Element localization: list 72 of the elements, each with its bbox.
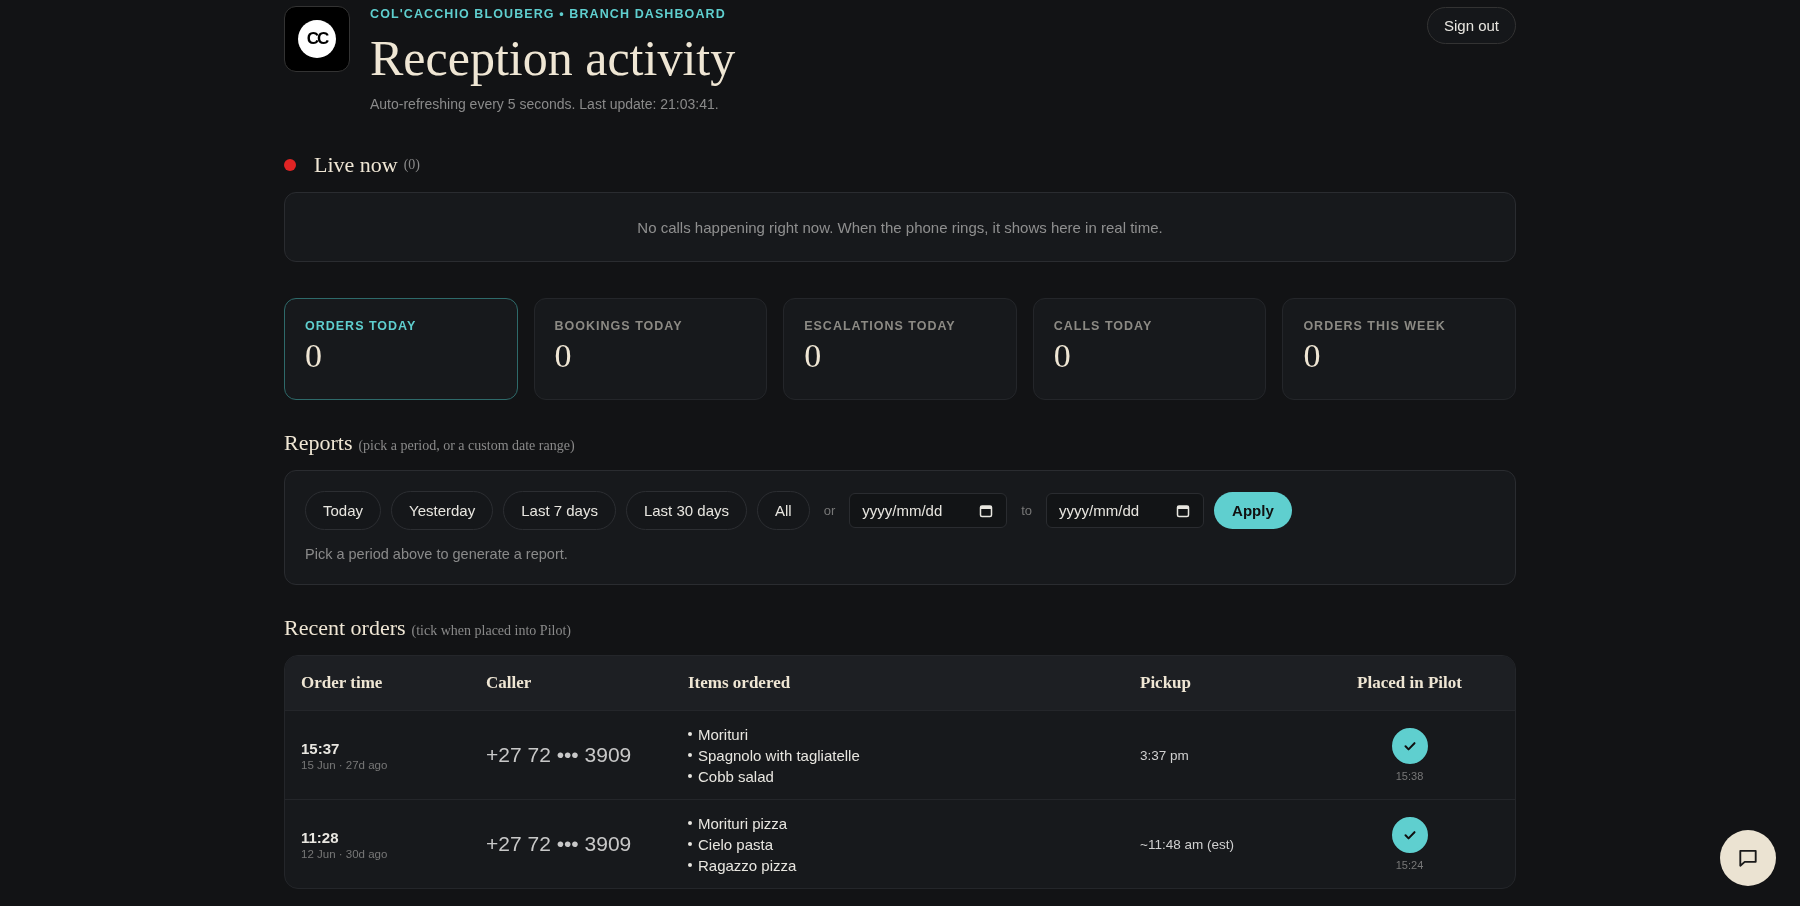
calendar-icon xyxy=(979,503,994,518)
sign-out-button[interactable]: Sign out xyxy=(1426,7,1516,44)
placed-checkbox[interactable] xyxy=(1391,817,1428,853)
placed-checkbox[interactable] xyxy=(1391,728,1428,764)
stat-label: ESCALATIONS TODAY xyxy=(804,319,957,333)
order-item: Ragazzo pizza xyxy=(698,855,797,876)
stat-card[interactable]: BOOKINGS TODAY 0 xyxy=(533,298,768,400)
order-time: 15:37 xyxy=(301,739,341,757)
stat-card[interactable]: ESCALATIONS TODAY 0 xyxy=(783,298,1017,400)
apply-button[interactable]: Apply xyxy=(1214,492,1292,529)
branch-label: COL'CACCHIO BLOUBERG • BRANCH DASHBOARD xyxy=(370,7,727,21)
order-item: Morituri xyxy=(698,724,748,745)
stat-card[interactable]: ORDERS TODAY 0 xyxy=(284,298,518,400)
live-count: (0) xyxy=(403,157,421,173)
placed-time: 15:24 xyxy=(1395,859,1424,871)
order-item: Cobb salad xyxy=(698,766,774,787)
bullet-icon xyxy=(688,842,692,846)
empty-state-message: No calls happening right now. When the phone rings, it shows here in real time. xyxy=(637,218,1163,236)
pickup-time: 3:37 pm xyxy=(1140,748,1189,763)
date-field[interactable]: yyyy/mm/dd xyxy=(1046,493,1205,528)
caller-number: +27 72 ••• 3909 xyxy=(486,743,632,766)
order-item: Cielo pasta xyxy=(698,834,774,855)
to-label: to xyxy=(1021,503,1033,518)
period-button[interactable]: All xyxy=(757,491,810,530)
stat-card[interactable]: CALLS TODAY 0 xyxy=(1032,298,1267,400)
period-button[interactable]: Today xyxy=(305,491,382,530)
order-date: 15 Jun · 27d ago xyxy=(301,758,389,771)
chat-button[interactable] xyxy=(1720,830,1776,886)
column-header: Order time xyxy=(301,673,384,693)
stat-value: 0 xyxy=(804,339,823,373)
section-hint: (pick a period, or a custom date range) xyxy=(358,438,575,454)
period-button[interactable]: Last 30 days xyxy=(625,491,747,530)
bullet-icon xyxy=(688,821,692,825)
chat-icon xyxy=(1737,847,1759,869)
logo-text: CC xyxy=(298,20,336,58)
bullet-icon xyxy=(688,753,692,757)
order-date: 12 Jun · 30d ago xyxy=(301,847,389,860)
or-label: or xyxy=(823,503,836,518)
placed-time: 15:38 xyxy=(1395,770,1424,782)
stat-label: ORDERS THIS WEEK xyxy=(1303,319,1447,333)
period-button[interactable]: Last 7 days xyxy=(503,491,616,530)
bullet-icon xyxy=(688,774,692,778)
date-field[interactable]: yyyy/mm/dd xyxy=(849,493,1008,528)
bullet-icon xyxy=(688,732,692,736)
section-title: Recent orders xyxy=(284,615,406,641)
stat-card[interactable]: ORDERS THIS WEEK 0 xyxy=(1282,298,1516,400)
order-item: Spagnolo with tagliatelle xyxy=(698,745,860,766)
pickup-time: ~11:48 am (est) xyxy=(1140,837,1234,852)
column-header: Caller xyxy=(486,673,533,693)
calendar-icon xyxy=(1176,503,1191,518)
stat-label: BOOKINGS TODAY xyxy=(554,319,684,333)
report-message: Pick a period above to generate a report. xyxy=(305,546,569,562)
section-title: Reports xyxy=(284,430,353,456)
stat-label: CALLS TODAY xyxy=(1053,319,1154,333)
live-indicator-icon xyxy=(284,159,296,171)
order-time: 11:28 xyxy=(301,828,340,846)
bullet-icon xyxy=(688,863,692,867)
column-header: Pickup xyxy=(1140,673,1193,693)
stat-label: ORDERS TODAY xyxy=(305,319,418,333)
stat-value: 0 xyxy=(305,339,323,373)
column-header: Placed in Pilot xyxy=(1356,673,1463,693)
stat-value: 0 xyxy=(554,339,573,373)
period-button[interactable]: Yesterday xyxy=(391,491,494,530)
stat-value: 0 xyxy=(1053,339,1072,373)
page-title: Reception activity xyxy=(370,31,737,86)
column-header: Items ordered xyxy=(688,673,792,693)
refresh-status: Auto-refreshing every 5 seconds. Last update: 21:03:41. xyxy=(370,96,720,112)
section-title: Live now xyxy=(314,152,398,178)
stat-value: 0 xyxy=(1303,339,1322,373)
section-hint: (tick when placed into Pilot) xyxy=(411,623,571,639)
caller-number: +27 72 ••• 3909 xyxy=(486,832,632,855)
order-item: Morituri pizza xyxy=(698,813,788,834)
